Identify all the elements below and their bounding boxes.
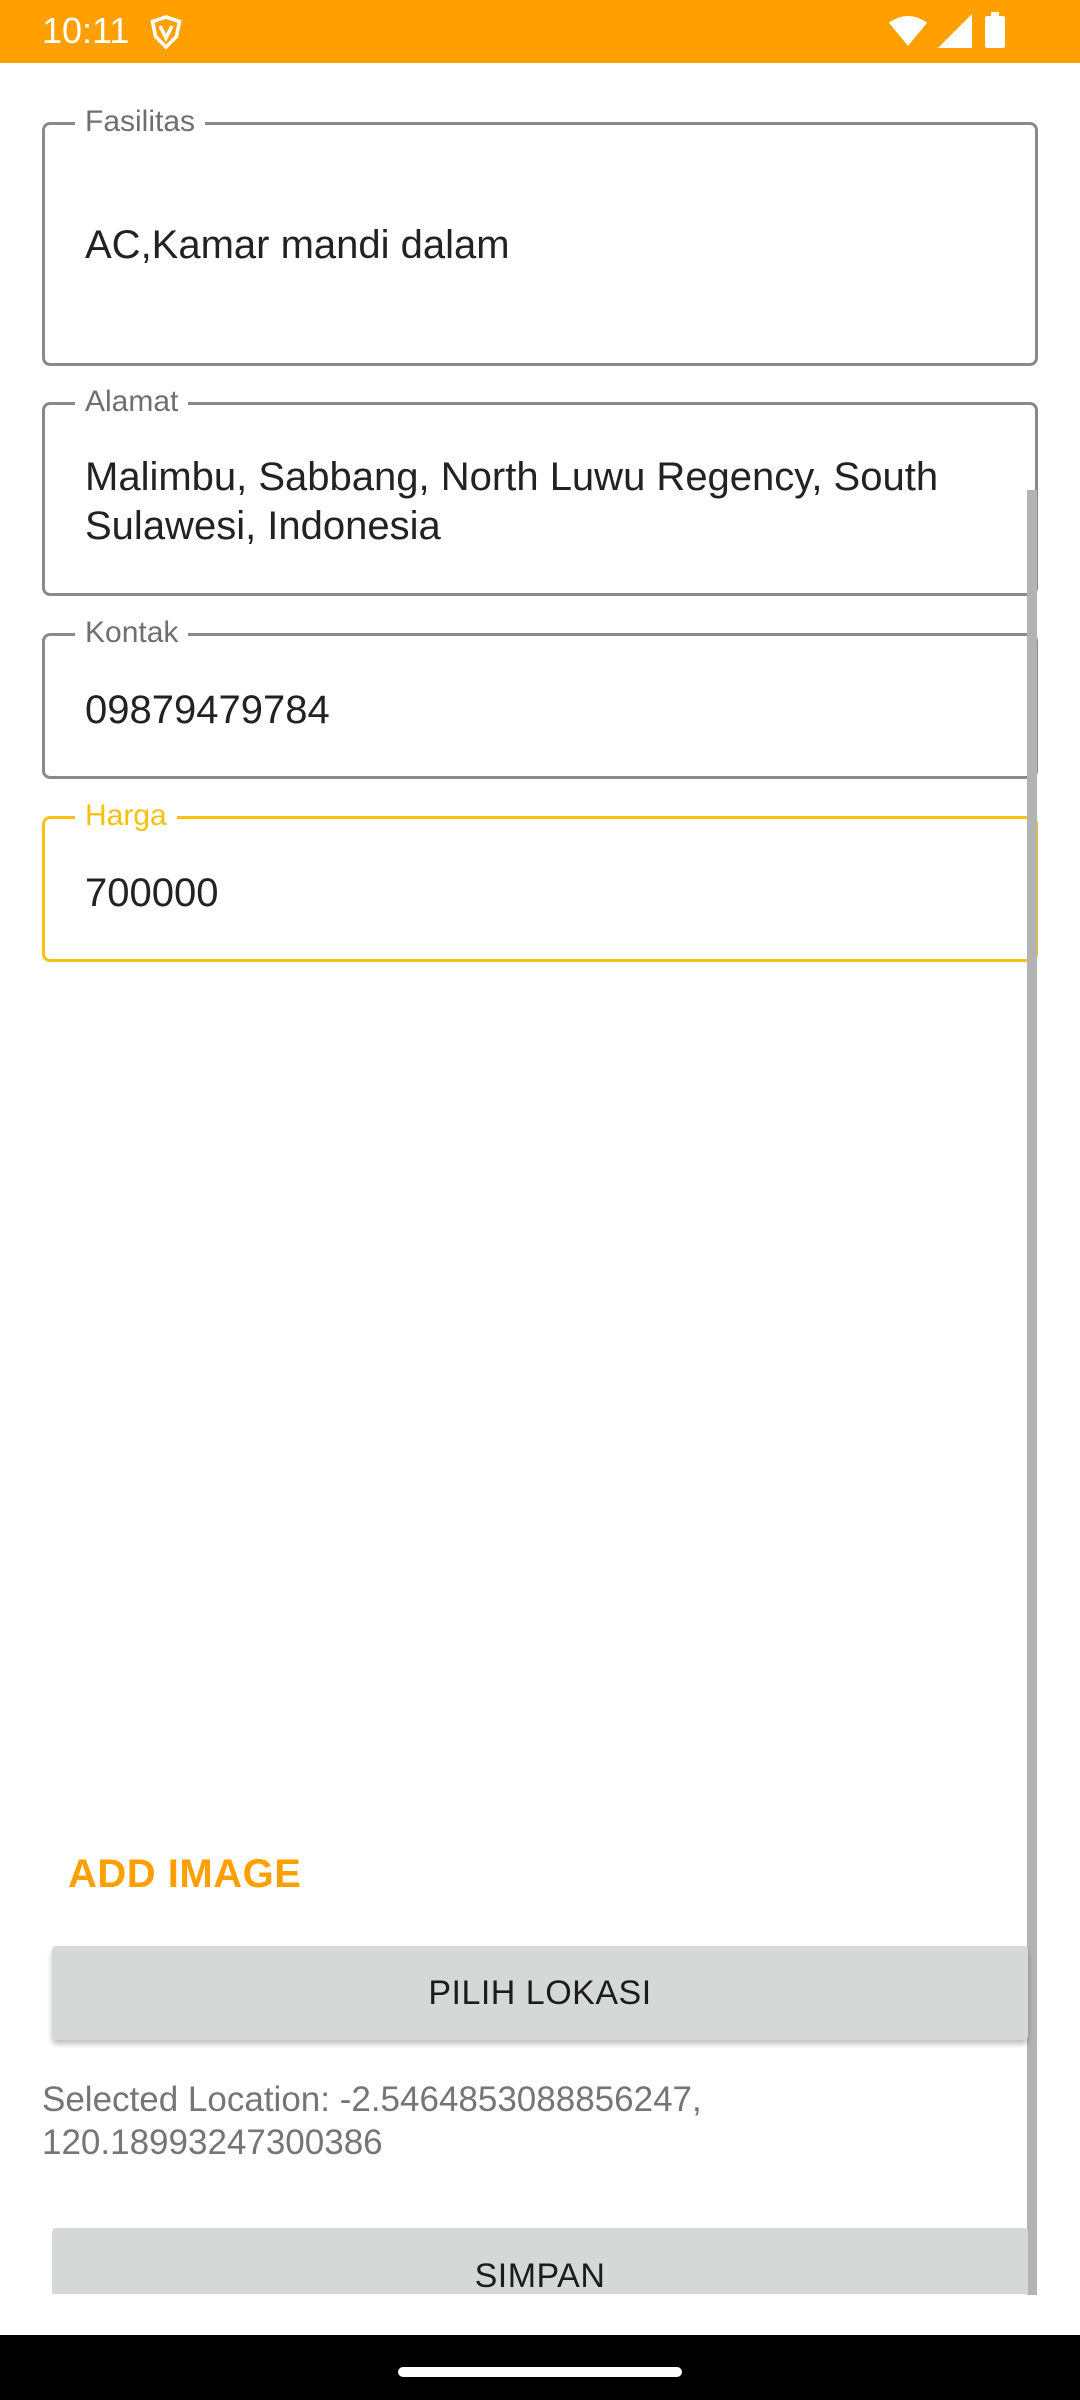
vpn-icon — [150, 15, 182, 50]
selected-location-text: Selected Location: -2.5464853088856247, … — [42, 2080, 702, 2162]
address-field[interactable]: Alamat Malimbu, Sabbang, North Luwu Rege… — [42, 385, 1038, 596]
status-bar: 10:11 — [0, 0, 1080, 63]
facilities-label: Fasilitas — [75, 105, 206, 139]
address-input[interactable]: Malimbu, Sabbang, North Luwu Regency, So… — [85, 453, 1005, 551]
save-button[interactable]: SIMPAN — [52, 2228, 1028, 2294]
facilities-field[interactable]: Fasilitas AC,Kamar mandi dalam — [42, 105, 1038, 366]
price-label: Harga — [75, 799, 177, 833]
contact-field[interactable]: Kontak 09879479784 — [42, 616, 1038, 779]
status-time: 10:11 — [42, 10, 130, 51]
navigation-bar — [0, 2335, 1080, 2400]
address-label: Alamat — [75, 385, 189, 419]
contact-label: Kontak — [75, 616, 189, 650]
scrollbar[interactable] — [1027, 490, 1037, 2295]
price-field[interactable]: Harga 700000 — [42, 799, 1038, 962]
wifi-icon — [888, 16, 928, 46]
facilities-input[interactable]: AC,Kamar mandi dalam — [85, 221, 1005, 270]
battery-icon — [985, 12, 1005, 48]
price-input[interactable]: 700000 — [85, 869, 1005, 918]
contact-input[interactable]: 09879479784 — [85, 686, 1005, 735]
signal-icon — [938, 14, 972, 48]
home-handle[interactable] — [398, 2367, 682, 2377]
choose-location-button[interactable]: PILIH LOKASI — [52, 1946, 1028, 2040]
add-image-button[interactable]: ADD IMAGE — [68, 1852, 301, 1897]
